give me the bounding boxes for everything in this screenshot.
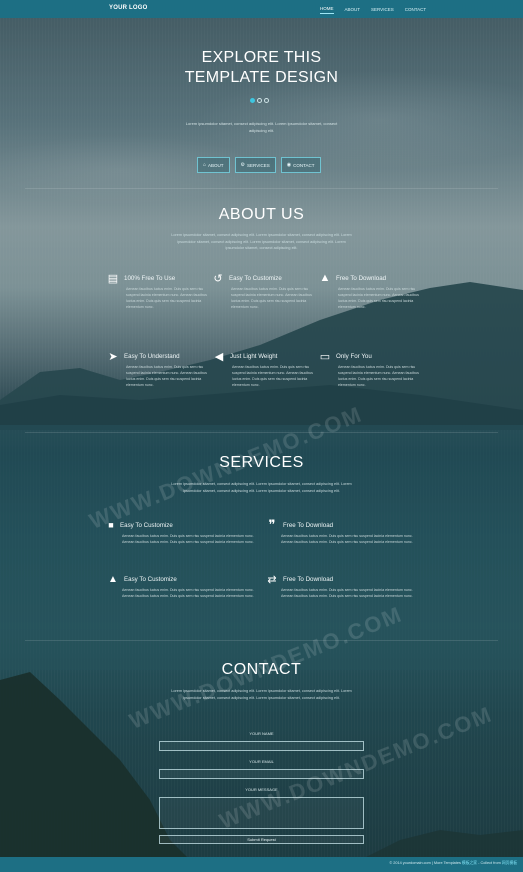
- history-icon: ↺: [213, 272, 223, 285]
- carousel-dots: [250, 98, 269, 103]
- services-button[interactable]: ⚙ SERVICES: [234, 157, 276, 173]
- nav-link-home[interactable]: HOME: [320, 4, 334, 14]
- about-description: Lorem ipsumdolor sitamet, consect adipis…: [171, 233, 352, 250]
- service-item: ■ Easy To Customize Aenean faucibus luctu…: [106, 518, 266, 545]
- graduation-cap-icon: ▲: [319, 272, 331, 284]
- feature-item: ◀ Just Light Weight Aenean faucibus luctu…: [212, 349, 317, 388]
- email-label: YOUR EMAIL: [249, 759, 274, 764]
- footer-text: © 2014 yourdomain.com | More Templates 模…: [389, 861, 517, 865]
- name-field[interactable]: [159, 741, 364, 751]
- feature-item: ▲ Free To Download Aenean faucibus luctus…: [319, 272, 419, 309]
- carousel-dot[interactable]: [250, 98, 255, 103]
- feature-item: ▭ Only For You Aenean faucibus luctus eni…: [319, 350, 419, 388]
- about-button[interactable]: ⌂ ABOUT: [197, 157, 230, 173]
- hero-subtitle: Lorem ipsumdolor sitamet, consect adipis…: [185, 121, 338, 133]
- home-icon: ⌂: [203, 162, 207, 168]
- footer-link-collect[interactable]: 网页模板: [502, 861, 517, 865]
- gears-icon: ⚙: [240, 162, 246, 168]
- submit-button[interactable]: Submit Request: [159, 835, 364, 844]
- paper-plane-icon: ➤: [108, 350, 118, 363]
- top-navbar: YOUR LOGO HOME ABOUT SERVICES CONTACT: [0, 0, 523, 18]
- bullhorn-icon: ◀: [214, 350, 224, 363]
- folder-open-icon: ▭: [319, 350, 331, 363]
- nav-links: HOME ABOUT SERVICES CONTACT: [320, 0, 437, 18]
- road-icon: ▲: [108, 573, 118, 585]
- file-icon: ▤: [107, 272, 119, 285]
- nav-link-contact[interactable]: CONTACT: [405, 5, 426, 14]
- footer-link-templates[interactable]: 模板之家: [462, 861, 477, 865]
- site-logo[interactable]: YOUR LOGO: [109, 5, 147, 11]
- section-divider: [25, 432, 498, 433]
- feature-item: ➤ Easy To Understand Aenean faucibus luct…: [106, 349, 211, 388]
- carousel-dot[interactable]: [264, 98, 269, 103]
- section-divider: [25, 640, 498, 641]
- quote-icon: ❞: [268, 517, 276, 532]
- globe-icon: ◉: [286, 162, 292, 168]
- service-item: ▲ Easy To Customize Aenean faucibus luctu…: [106, 572, 266, 599]
- hero-buttons: ⌂ ABOUT ⚙ SERVICES ◉ CONTACT: [197, 157, 321, 173]
- retweet-icon: ⇄: [267, 573, 277, 586]
- nav-link-services[interactable]: SERVICES: [371, 5, 394, 14]
- nav-link-about[interactable]: ABOUT: [345, 5, 361, 14]
- carousel-dot[interactable]: [257, 98, 262, 103]
- footer: © 2014 yourdomain.com | More Templates 模…: [0, 857, 523, 872]
- hero-title: EXPLORE THIS TEMPLATE DESIGN: [184, 49, 339, 86]
- contact-button[interactable]: ◉ CONTACT: [280, 157, 321, 173]
- service-item: ⇄ Free To Download Aenean faucibus luctus…: [265, 572, 425, 599]
- feature-item: ↺ Easy To Customize Aenean faucibus luctu…: [211, 271, 316, 310]
- feature-item: ▤ 100% Free To Use Aenean faucibus luctus…: [107, 272, 207, 310]
- service-item: ❞ Free To Download Aenean faucibus luctus…: [265, 517, 425, 545]
- about-title: ABOUT US: [218, 206, 305, 223]
- section-divider: [25, 188, 498, 189]
